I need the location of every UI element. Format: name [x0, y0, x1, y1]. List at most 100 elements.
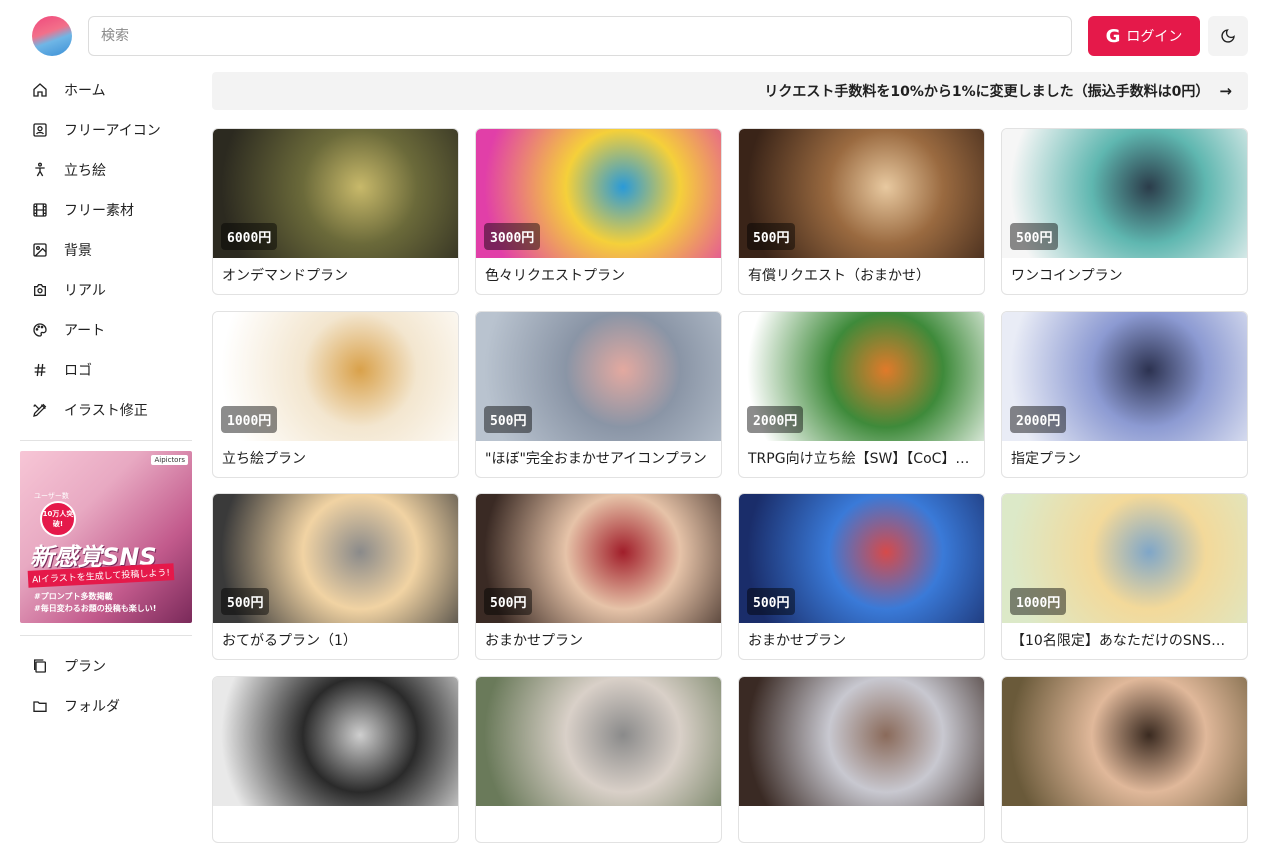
- plan-card[interactable]: 500円 "ほぼ"完全おまかせアイコンプラン: [475, 311, 722, 478]
- plan-card[interactable]: 500円おてがるプラン（1）: [212, 493, 459, 660]
- sidebar-item-label: 立ち絵: [64, 163, 106, 179]
- plan-card-price: 500円: [747, 588, 796, 615]
- login-button[interactable]: G ログイン: [1088, 16, 1200, 56]
- plan-card[interactable]: 500円有償リクエスト（おまかせ）: [738, 128, 985, 295]
- plan-card-image: [476, 677, 721, 806]
- plan-card-title: おまかせプラン: [748, 633, 846, 649]
- ad-footer-line-1: #プロンプト多数掲載: [34, 592, 113, 601]
- plan-card[interactable]: [738, 676, 985, 843]
- plan-card-image: 2000円: [1002, 312, 1247, 441]
- sidebar: ホーム フリーアイコン 立ち絵 フリー素材 背景 リアル アート ロゴ イラスト…: [20, 70, 192, 720]
- sidebar-item-label: フリーアイコン: [64, 123, 161, 139]
- plan-card-image: [739, 677, 984, 806]
- plan-card-image: 500円: [1002, 129, 1247, 258]
- site-logo[interactable]: [32, 16, 72, 56]
- plan-card-image: [213, 677, 458, 806]
- person-icon: [32, 162, 48, 178]
- plan-card-price: 3000円: [484, 223, 541, 250]
- sidebar-item-art[interactable]: アート: [20, 310, 192, 350]
- plan-card-image: 6000円: [213, 129, 458, 258]
- plan-card-title: TRPG向け立ち絵【SW】【CoC】【他システム】: [748, 451, 984, 467]
- ad-footer-line-2: #毎日変わるお題の投稿も楽しい!: [34, 604, 157, 613]
- plan-card[interactable]: 500円おまかせプラン: [475, 493, 722, 660]
- portrait-icon: [32, 122, 48, 138]
- theme-toggle-button[interactable]: [1208, 16, 1248, 56]
- plan-card-title: [476, 806, 721, 842]
- pen-ruler-icon: [32, 402, 48, 418]
- plan-card-image: 1000円: [1002, 494, 1247, 623]
- sidebar-item-label: ホーム: [64, 83, 106, 99]
- plan-card-image: 500円: [476, 494, 721, 623]
- plan-card[interactable]: [212, 676, 459, 843]
- announcement-text: リクエスト手数料を10%から1%に変更しました（振込手数料は0円）: [764, 84, 1210, 100]
- sidebar-item-plan[interactable]: プラン: [20, 646, 192, 686]
- plan-card-title: [213, 806, 458, 842]
- plan-card-image: 500円: [476, 312, 721, 441]
- sidebar-divider: [20, 440, 192, 441]
- film-icon: [32, 202, 48, 218]
- sidebar-ad-banner[interactable]: Aipictors ユーザー数 10万人突破! 新感覚SNS AIイラストを生成…: [20, 451, 192, 623]
- plan-card-title: 有償リクエスト（おまかせ）: [748, 268, 930, 284]
- sidebar-item-illust-fix[interactable]: イラスト修正: [20, 390, 192, 430]
- sidebar-item-label: 背景: [64, 243, 92, 259]
- plan-card-price: 500円: [747, 223, 796, 250]
- login-label: ログイン: [1126, 29, 1183, 45]
- plan-card-price: 500円: [484, 588, 533, 615]
- sidebar-item-home[interactable]: ホーム: [20, 70, 192, 110]
- ad-badge: 10万人突破!: [40, 501, 76, 537]
- plan-card-title: おてがるプラン（1）: [222, 633, 357, 649]
- plan-card-title: [739, 806, 984, 842]
- sidebar-item-label: イラスト修正: [64, 403, 148, 419]
- plan-card[interactable]: 1000円【10名限定】あなただけのSNSアイコン: [1001, 493, 1248, 660]
- plan-card[interactable]: [475, 676, 722, 843]
- image-icon: [32, 242, 48, 258]
- announcement-banner[interactable]: リクエスト手数料を10%から1%に変更しました（振込手数料は0円） →: [212, 72, 1248, 110]
- plan-card-price: 6000円: [221, 223, 278, 250]
- plan-card-price: 500円: [221, 588, 270, 615]
- plan-card-title: 【10名限定】あなただけのSNSアイコン: [1011, 633, 1247, 649]
- sidebar-item-background[interactable]: 背景: [20, 230, 192, 270]
- plan-card[interactable]: 3000円色々リクエストプラン: [475, 128, 722, 295]
- top-header: G ログイン: [0, 0, 1280, 72]
- plan-card[interactable]: 500円 ワンコインプラン: [1001, 128, 1248, 295]
- sidebar-item-label: フォルダ: [64, 699, 120, 715]
- ad-footer: #プロンプト多数掲載 #毎日変わるお題の投稿も楽しい!: [34, 591, 156, 615]
- plan-card-title: 色々リクエストプラン: [485, 268, 625, 284]
- plan-card-price: 1000円: [221, 406, 278, 433]
- plan-icon: [32, 658, 48, 674]
- sidebar-item-label: ロゴ: [64, 363, 92, 379]
- hash-icon: [32, 362, 48, 378]
- plan-card-title: おまかせプラン: [485, 633, 583, 649]
- google-g-icon: G: [1105, 25, 1121, 47]
- sidebar-divider: [20, 635, 192, 636]
- plan-card[interactable]: 500円おまかせプラン: [738, 493, 985, 660]
- sidebar-item-free-icons[interactable]: フリーアイコン: [20, 110, 192, 150]
- sidebar-item-free-materials[interactable]: フリー素材: [20, 190, 192, 230]
- plan-card[interactable]: 2000円指定プラン: [1001, 311, 1248, 478]
- plan-card-price: 500円: [484, 406, 533, 433]
- plan-card-title: 指定プラン: [1011, 451, 1081, 467]
- sidebar-item-logo[interactable]: ロゴ: [20, 350, 192, 390]
- plan-card-image: 2000円: [739, 312, 984, 441]
- sidebar-item-label: プラン: [64, 659, 106, 675]
- plan-card-image: 500円: [739, 494, 984, 623]
- search-input[interactable]: [88, 16, 1072, 56]
- plan-card-image: 500円: [739, 129, 984, 258]
- sidebar-item-label: フリー素材: [64, 203, 134, 219]
- plan-card-price: 2000円: [747, 406, 804, 433]
- sidebar-item-label: アート: [64, 323, 106, 339]
- plan-card-title: "ほぼ"完全おまかせアイコンプラン: [485, 451, 707, 467]
- plan-card-image: 500円: [213, 494, 458, 623]
- folder-icon: [32, 698, 48, 714]
- sidebar-item-standing[interactable]: 立ち絵: [20, 150, 192, 190]
- sidebar-item-real[interactable]: リアル: [20, 270, 192, 310]
- sidebar-item-label: リアル: [64, 283, 106, 299]
- camera-icon: [32, 282, 48, 298]
- plan-card-price: 500円: [1010, 223, 1059, 250]
- plan-card[interactable]: [1001, 676, 1248, 843]
- plan-card[interactable]: 1000円 立ち絵プラン: [212, 311, 459, 478]
- sidebar-item-folder[interactable]: フォルダ: [20, 686, 192, 726]
- palette-icon: [32, 322, 48, 338]
- plan-card[interactable]: 2000円 TRPG向け立ち絵【SW】【CoC】【他システム】: [738, 311, 985, 478]
- plan-card[interactable]: 6000円 オンデマンドプラン: [212, 128, 459, 295]
